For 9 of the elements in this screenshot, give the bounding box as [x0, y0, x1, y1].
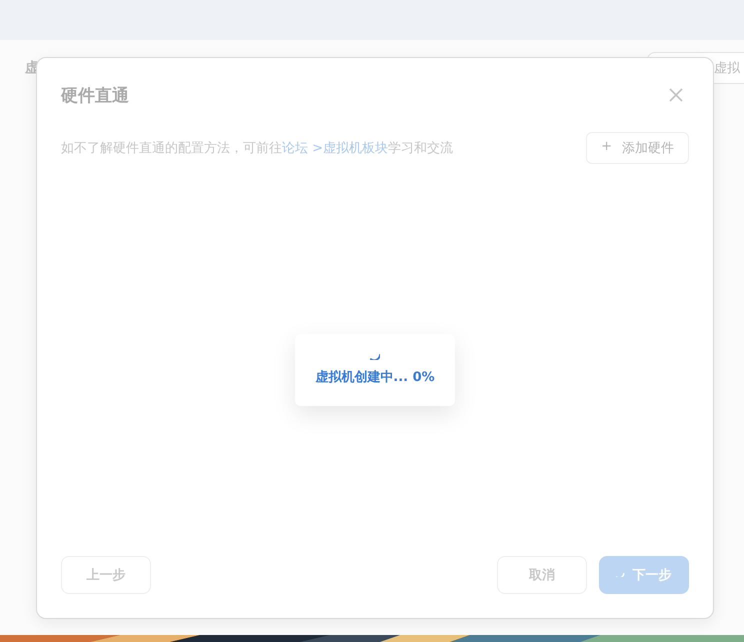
dialog-title: 硬件直通 — [61, 84, 129, 106]
forum-link[interactable]: 论坛 >虚拟机板块 — [282, 141, 388, 156]
spinner-icon — [616, 572, 625, 578]
add-hardware-button[interactable]: + 添加硬件 — [586, 132, 689, 164]
next-step-button[interactable]: 下一步 — [599, 556, 689, 594]
spinner-icon — [370, 354, 380, 360]
close-icon[interactable] — [669, 88, 683, 102]
hint-text: 如不了解硬件直通的配置方法，可前往论坛 >虚拟机板块学习和交流 — [61, 140, 454, 157]
loading-text: 虚拟机创建中... 0% — [315, 368, 435, 386]
